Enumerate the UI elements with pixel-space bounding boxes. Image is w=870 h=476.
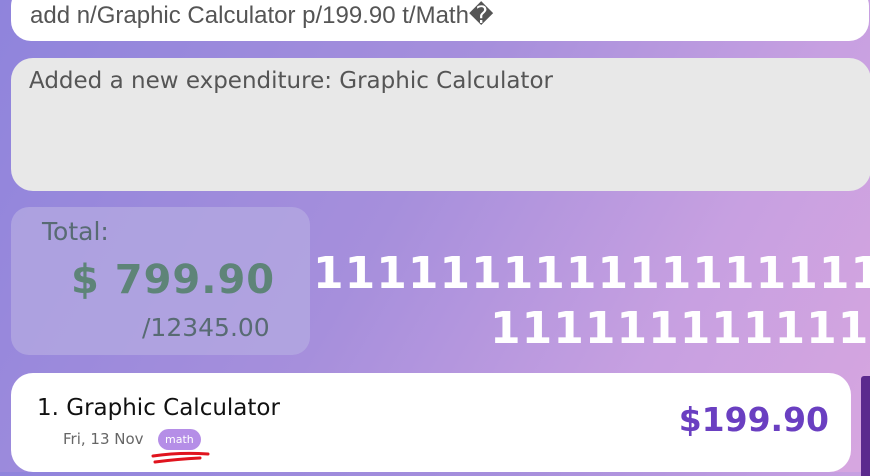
- total-label: Total:: [42, 217, 109, 246]
- banner-line-2: 11111111111111: [490, 303, 870, 354]
- budget-amount: /12345.00: [142, 313, 270, 342]
- expenditure-date: Fri, 13 Nov: [63, 430, 144, 448]
- list-scrollbar[interactable]: [861, 376, 870, 476]
- expenditure-amount: $199.90: [678, 400, 829, 439]
- total-amount: $ 799.90: [71, 257, 276, 303]
- command-input[interactable]: add n/Graphic Calculator p/199.90 t/Math…: [11, 0, 869, 41]
- banner-line-1: 1111111111111111111111: [313, 248, 870, 299]
- expenditure-title: 1. Graphic Calculator: [37, 395, 280, 421]
- command-input-text[interactable]: add n/Graphic Calculator p/199.90 t/Math…: [30, 1, 494, 30]
- result-display: Added a new expenditure: Graphic Calcula…: [11, 58, 870, 191]
- result-message: Added a new expenditure: Graphic Calcula…: [29, 68, 553, 94]
- red-underline-annotation: [151, 451, 210, 464]
- total-panel: Total: $ 799.90 /12345.00: [11, 207, 310, 355]
- expenditure-card[interactable]: 1. Graphic Calculator Fri, 13 Nov math $…: [11, 373, 851, 472]
- expenditure-tag: math: [158, 429, 201, 450]
